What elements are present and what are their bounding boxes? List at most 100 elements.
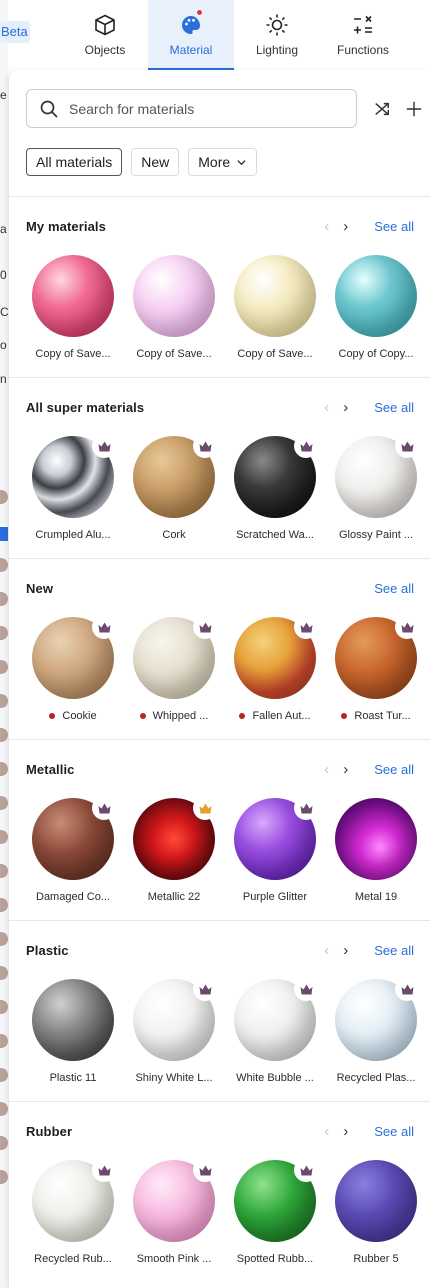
material-label: Metallic 22 <box>129 891 219 903</box>
filter-new[interactable]: New <box>131 148 180 176</box>
strip-text: 0 <box>0 268 7 282</box>
material-name: Smooth Pink ... <box>136 1253 212 1265</box>
material-card[interactable]: Metal 19 <box>331 798 421 903</box>
crown-icon <box>92 1158 116 1182</box>
material-card[interactable]: Rubber 5 <box>331 1160 421 1265</box>
material-card[interactable]: Copy of Save... <box>129 255 219 360</box>
material-preview <box>32 434 116 518</box>
material-card[interactable]: Cork <box>129 434 219 541</box>
material-card[interactable]: Recycled Rub... <box>28 1158 118 1265</box>
material-card[interactable]: Roast Tur... <box>331 615 421 722</box>
chevron-left-icon[interactable]: ‹ <box>324 218 329 235</box>
tab-functions[interactable]: Functions <box>320 0 406 70</box>
material-card[interactable]: Smooth Pink ... <box>129 1158 219 1265</box>
section-header: New See all <box>26 579 414 597</box>
carousel-arrows: ‹ › <box>324 942 348 959</box>
crown-icon <box>395 615 419 639</box>
chevron-down-icon <box>237 159 246 165</box>
material-label: Purple Glitter <box>230 891 320 903</box>
material-card[interactable]: White Bubble ... <box>230 977 320 1084</box>
tab-objects[interactable]: Objects <box>62 0 148 70</box>
material-carousel: Cookie Whipped ... Fallen Aut... Roast Tur.… <box>9 615 430 727</box>
crown-icon <box>193 434 217 458</box>
material-card[interactable]: Spotted Rubb... <box>230 1158 320 1265</box>
material-name: Metal 19 <box>354 891 398 903</box>
material-card[interactable]: Metallic 22 <box>129 796 219 903</box>
material-name: Roast Tur... <box>354 710 411 722</box>
material-card[interactable]: Crumpled Alu... <box>28 434 118 541</box>
material-preview <box>133 255 215 337</box>
chevron-right-icon[interactable]: › <box>343 218 348 235</box>
crown-icon <box>294 796 318 820</box>
search-box[interactable] <box>26 89 357 128</box>
new-dot-icon <box>239 713 246 719</box>
material-label: Damaged Co... <box>28 891 118 903</box>
material-name: Copy of Copy... <box>338 348 414 360</box>
material-card[interactable]: Shiny White L... <box>129 977 219 1084</box>
chevron-right-icon[interactable]: › <box>343 1123 348 1140</box>
material-card[interactable]: Scratched Wa... <box>230 434 320 541</box>
search-input[interactable] <box>69 100 329 117</box>
chevron-right-icon[interactable]: › <box>343 399 348 416</box>
crown-icon <box>294 615 318 639</box>
material-preview <box>133 796 217 880</box>
see-all-link[interactable]: See all <box>374 943 414 958</box>
material-label: Whipped ... <box>129 710 219 722</box>
crown-icon <box>193 615 217 639</box>
material-preview <box>32 979 114 1061</box>
material-carousel: Plastic 11 Shiny White L... White Bubble .… <box>9 977 430 1089</box>
material-label: Spotted Rubb... <box>230 1253 320 1265</box>
material-card[interactable]: Cookie <box>28 615 118 722</box>
material-card[interactable]: Copy of Save... <box>28 255 118 360</box>
material-name: Crumpled Alu... <box>35 529 111 541</box>
see-all-link[interactable]: See all <box>374 219 414 234</box>
material-card[interactable]: Purple Glitter <box>230 796 320 903</box>
tab-lighting[interactable]: Lighting <box>234 0 320 70</box>
material-preview <box>32 255 114 337</box>
material-card[interactable]: Glossy Paint ... <box>331 434 421 541</box>
material-card[interactable]: Fallen Aut... <box>230 615 320 722</box>
material-preview <box>335 434 419 518</box>
chevron-right-icon[interactable]: › <box>343 761 348 778</box>
material-section: My materials ‹ › See all Copy of Save... Copy… <box>9 196 430 377</box>
chevron-left-icon[interactable]: ‹ <box>324 1123 329 1140</box>
strip-text: a <box>0 222 7 236</box>
chevron-left-icon[interactable]: ‹ <box>324 942 329 959</box>
see-all-link[interactable]: See all <box>374 762 414 777</box>
crown-icon <box>294 434 318 458</box>
filter-more-label: More <box>198 154 231 170</box>
filter-more[interactable]: More <box>188 148 258 176</box>
see-all-link[interactable]: See all <box>374 400 414 415</box>
material-card[interactable]: Whipped ... <box>129 615 219 722</box>
crown-icon <box>395 977 419 1001</box>
chevron-left-icon[interactable]: ‹ <box>324 761 329 778</box>
material-section: Metallic ‹ › See all Damaged Co... Metallic 2… <box>9 739 430 920</box>
strip-text: n <box>0 372 7 386</box>
material-name: Copy of Save... <box>237 348 313 360</box>
chevron-left-icon[interactable]: ‹ <box>324 399 329 416</box>
selected-swatch-marker <box>0 527 8 541</box>
material-name: Purple Glitter <box>242 891 308 903</box>
tab-material[interactable]: Material <box>148 0 234 70</box>
material-card[interactable]: Copy of Copy... <box>331 255 421 360</box>
material-name: Whipped ... <box>152 710 209 722</box>
material-card[interactable]: Recycled Plas... <box>331 977 421 1084</box>
material-name: Spotted Rubb... <box>236 1253 314 1265</box>
material-name: Glossy Paint ... <box>339 529 413 541</box>
chevron-right-icon[interactable]: › <box>343 942 348 959</box>
see-all-link[interactable]: See all <box>374 581 414 596</box>
add-material-button[interactable] <box>404 99 424 119</box>
material-card[interactable]: Plastic 11 <box>28 979 118 1084</box>
notification-dot <box>196 9 203 16</box>
shuffle-button[interactable] <box>372 99 392 119</box>
material-card[interactable]: Damaged Co... <box>28 796 118 903</box>
tab-label: Material <box>169 43 213 57</box>
see-all-link[interactable]: See all <box>374 1124 414 1139</box>
crown-icon <box>92 615 116 639</box>
beta-badge: Beta <box>0 21 30 43</box>
cube-icon <box>95 14 115 36</box>
material-preview <box>32 796 116 880</box>
material-card[interactable]: Copy of Save... <box>230 255 320 360</box>
filter-all-materials[interactable]: All materials <box>26 148 123 176</box>
material-section: New See all Cookie Whipped ... Fallen Aut...… <box>9 558 430 739</box>
